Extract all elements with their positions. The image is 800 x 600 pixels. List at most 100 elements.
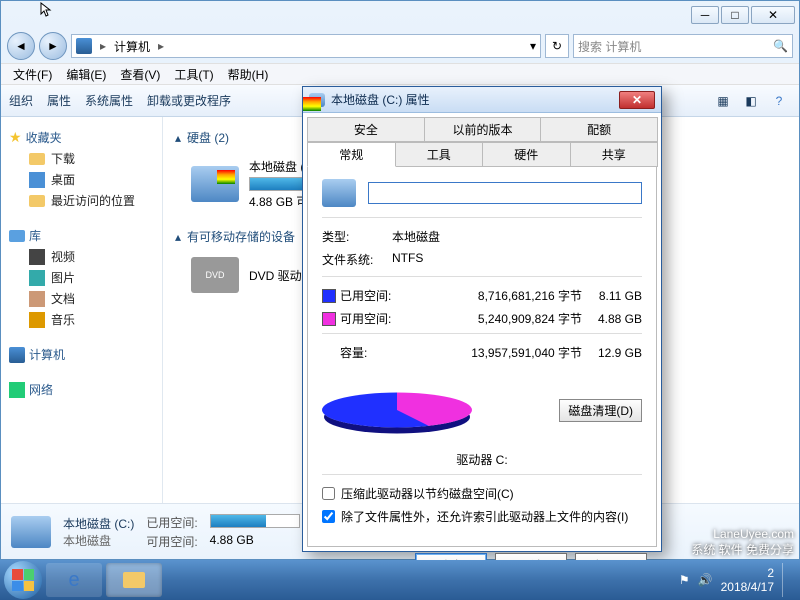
sidebar-item-documents[interactable]: 文档 [9, 288, 154, 309]
free-gb: 4.88 GB [582, 312, 642, 326]
details-free-value: 4.88 GB [210, 533, 300, 550]
compress-label: 压缩此驱动器以节约磁盘空间(C) [341, 485, 514, 502]
tab-previous-versions[interactable]: 以前的版本 [424, 117, 542, 142]
properties-button[interactable]: 属性 [47, 92, 71, 109]
details-subtitle: 本地磁盘 [63, 532, 134, 549]
type-value: 本地磁盘 [392, 228, 642, 245]
star-icon: ★ [9, 129, 22, 146]
sidebar-item-computer[interactable]: 计算机 [9, 344, 154, 365]
watermark: LaneUyee.com 系统 软件 免费分享 [691, 527, 794, 558]
system-tray: ⚑ 🔊 2 2018/4/17 [679, 563, 796, 597]
search-input[interactable]: 搜索 计算机 🔍 [573, 34, 793, 58]
used-label: 已用空间: [340, 287, 410, 304]
dialog-title-bar[interactable]: 本地磁盘 (C:) 属性 ✕ [303, 87, 661, 113]
taskbar-explorer[interactable] [106, 563, 162, 597]
sidebar-item-videos[interactable]: 视频 [9, 246, 154, 267]
used-bytes: 8,716,681,216 字节 [410, 287, 582, 304]
disk-cleanup-button[interactable]: 磁盘清理(D) [559, 399, 642, 422]
folder-icon [29, 195, 45, 207]
close-button[interactable]: ✕ [751, 6, 795, 24]
uninstall-button[interactable]: 卸载或更改程序 [147, 92, 231, 109]
address-bar[interactable]: ▸ 计算机 ▸ ▾ [71, 34, 541, 58]
start-button[interactable] [4, 561, 42, 599]
forward-button[interactable]: ► [39, 32, 67, 60]
tab-general[interactable]: 常规 [307, 142, 396, 167]
tab-sharing[interactable]: 共享 [570, 142, 659, 167]
dvd-icon: DVD [191, 257, 239, 293]
system-properties-button[interactable]: 系统属性 [85, 92, 133, 109]
properties-dialog: 本地磁盘 (C:) 属性 ✕ 安全 以前的版本 配额 常规 工具 硬件 共享 [302, 86, 662, 552]
menu-bar: 文件(F) 编辑(E) 查看(V) 工具(T) 帮助(H) [1, 63, 799, 85]
menu-help[interactable]: 帮助(H) [222, 64, 275, 85]
breadcrumb-computer[interactable]: 计算机 [114, 38, 150, 55]
pie-chart [322, 393, 472, 428]
taskbar: e ⚑ 🔊 2 2018/4/17 [0, 560, 800, 600]
video-icon [29, 249, 45, 265]
folder-icon [123, 572, 145, 588]
tab-quota[interactable]: 配额 [540, 117, 658, 142]
view-mode-button[interactable]: ▦ [711, 89, 735, 113]
dialog-close-button[interactable]: ✕ [619, 91, 655, 109]
details-title: 本地磁盘 (C:) [63, 515, 134, 532]
details-free-label: 可用空间: [146, 533, 197, 550]
search-icon: 🔍 [773, 39, 788, 53]
filesystem-label: 文件系统: [322, 251, 392, 268]
capacity-gb: 12.9 GB [582, 346, 642, 360]
sidebar-item-desktop[interactable]: 桌面 [9, 169, 154, 190]
back-button[interactable]: ◄ [7, 32, 35, 60]
navigation-pane: ★收藏夹 下载 桌面 最近访问的位置 库 视频 图片 文档 音乐 计算机 网络 [1, 117, 163, 503]
title-bar: ─ □ ✕ [1, 1, 799, 29]
dvd-drive[interactable]: DVD DVD 驱动器 [191, 257, 314, 293]
breadcrumb-arrow[interactable]: ▸ [154, 39, 168, 53]
index-label: 除了文件属性外，还允许索引此驱动器上文件的内容(I) [341, 508, 628, 525]
folder-icon [29, 153, 45, 165]
music-icon [29, 312, 45, 328]
document-icon [29, 291, 45, 307]
type-label: 类型: [322, 228, 392, 245]
libraries-header[interactable]: 库 [9, 225, 154, 246]
tab-tools[interactable]: 工具 [395, 142, 484, 167]
capacity-label: 容量: [340, 344, 410, 361]
breadcrumb-arrow[interactable]: ▸ [96, 39, 110, 53]
index-checkbox[interactable] [322, 510, 335, 523]
used-swatch [322, 289, 336, 303]
disk-icon [322, 179, 356, 207]
disk-icon [191, 166, 239, 202]
tray-date[interactable]: 2018/4/17 [721, 580, 774, 594]
compress-checkbox[interactable] [322, 487, 335, 500]
volume-label-input[interactable] [368, 182, 642, 204]
tab-security[interactable]: 安全 [307, 117, 425, 142]
maximize-button[interactable]: □ [721, 6, 749, 24]
nav-bar: ◄ ► ▸ 计算机 ▸ ▾ ↻ 搜索 计算机 🔍 [1, 29, 799, 63]
dialog-title: 本地磁盘 (C:) 属性 [331, 91, 613, 108]
menu-view[interactable]: 查看(V) [114, 64, 166, 85]
sidebar-item-pictures[interactable]: 图片 [9, 267, 154, 288]
organize-button[interactable]: 组织 [9, 92, 33, 109]
disk-icon [309, 93, 325, 107]
library-icon [9, 230, 25, 242]
menu-edit[interactable]: 编辑(E) [60, 64, 112, 85]
help-button[interactable]: ? [767, 89, 791, 113]
refresh-button[interactable]: ↻ [545, 34, 569, 58]
sidebar-item-downloads[interactable]: 下载 [9, 148, 154, 169]
capacity-bytes: 13,957,591,040 字节 [410, 344, 582, 361]
search-placeholder: 搜索 计算机 [578, 38, 641, 55]
filesystem-value: NTFS [392, 251, 642, 268]
sidebar-item-recent[interactable]: 最近访问的位置 [9, 190, 154, 211]
menu-file[interactable]: 文件(F) [7, 64, 58, 85]
sidebar-item-network[interactable]: 网络 [9, 379, 154, 400]
favorites-header[interactable]: ★收藏夹 [9, 127, 154, 148]
disk-icon [11, 516, 51, 548]
free-swatch [322, 312, 336, 326]
show-desktop-button[interactable] [782, 563, 790, 597]
tray-time[interactable]: 2 [721, 566, 774, 580]
tray-flag-icon[interactable]: ⚑ [679, 573, 690, 587]
minimize-button[interactable]: ─ [691, 6, 719, 24]
sidebar-item-music[interactable]: 音乐 [9, 309, 154, 330]
tab-hardware[interactable]: 硬件 [482, 142, 571, 167]
free-label: 可用空间: [340, 310, 410, 327]
preview-pane-button[interactable]: ◧ [739, 89, 763, 113]
tray-volume-icon[interactable]: 🔊 [698, 573, 713, 587]
taskbar-ie[interactable]: e [46, 563, 102, 597]
menu-tools[interactable]: 工具(T) [168, 64, 219, 85]
